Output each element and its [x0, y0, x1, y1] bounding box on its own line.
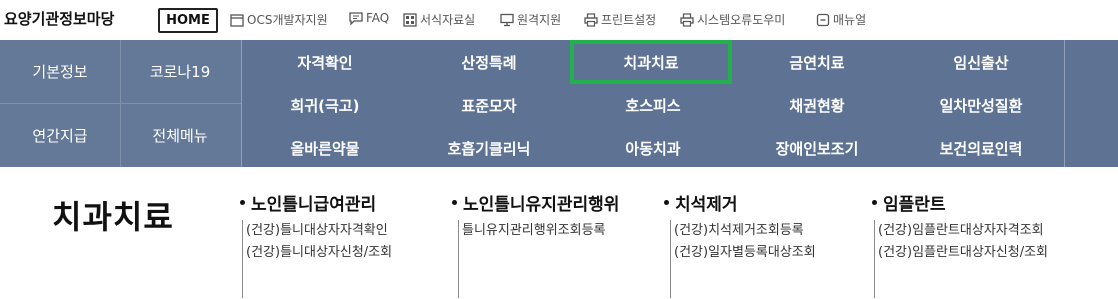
menu-pregnancy-birth[interactable]: 임신출산: [900, 42, 1062, 82]
sub-link-scaling-register[interactable]: (건강)치석제거조회등록: [674, 220, 816, 242]
page-title: 치과치료: [52, 198, 174, 236]
bullet-icon: [240, 199, 245, 205]
home-button[interactable]: HOME: [158, 8, 218, 33]
group-implant: 임플란트 (건강)임플란트대상자자격조회 (건강)임플란트대상자신청/조회: [872, 190, 1048, 298]
util-label: 매뉴얼: [833, 13, 867, 27]
util-ocs-developer[interactable]: OCS개발자지원: [230, 11, 328, 28]
sub-link-denture-eligibility[interactable]: (건강)틀니대상자자격확인: [246, 220, 392, 242]
top-bar: 요양기관정보마당 HOME OCS개발자지원 FAQ 서식자료실 원격지원 프린…: [0, 0, 1118, 40]
bullet-icon: [872, 199, 877, 205]
util-manual[interactable]: 매뉴얼: [816, 11, 866, 28]
util-label: FAQ: [366, 11, 390, 25]
util-label: 서식자료실: [420, 13, 476, 27]
sub-link-implant-apply[interactable]: (건강)임플란트대상자신청/조회: [878, 242, 1048, 264]
util-system-error-help[interactable]: 시스템오류도우미: [680, 11, 785, 28]
sub-link-scaling-daily[interactable]: (건강)일자별등록대상조회: [674, 242, 816, 264]
group-denture-maintenance: 노인틀니유지관리행위 틀니유지관리행위조회등록: [452, 190, 619, 298]
nav-basic-info[interactable]: 기본정보: [0, 40, 120, 103]
nav-divider: [1064, 40, 1065, 167]
menu-chronic-disease[interactable]: 일차만성질환: [900, 85, 1062, 125]
bullet-icon: [452, 199, 457, 205]
sub-list: (건강)틀니대상자자격확인 (건강)틀니대상자신청/조회: [242, 220, 392, 298]
menu-hospice[interactable]: 호스피스: [572, 85, 734, 125]
menu-bond-status[interactable]: 채권현황: [736, 85, 898, 125]
nav-annual-payment[interactable]: 연간지급: [0, 104, 120, 167]
util-print-settings[interactable]: 프린트설정: [584, 11, 656, 28]
util-label: 원격지원: [517, 13, 562, 27]
util-remote[interactable]: 원격지원: [500, 11, 561, 28]
menu-smoking-cessation[interactable]: 금연치료: [736, 42, 898, 82]
group-title[interactable]: 치석제거: [664, 190, 738, 215]
util-faq[interactable]: FAQ: [349, 11, 389, 25]
menu-health-personnel[interactable]: 보건의료인력: [900, 128, 1062, 168]
group-title[interactable]: 노인틀니유지관리행위: [452, 190, 619, 215]
util-forms[interactable]: 서식자료실: [403, 11, 475, 28]
sub-link-implant-eligibility[interactable]: (건강)임플란트대상자자격조회: [878, 220, 1048, 242]
bullet-icon: [664, 199, 669, 205]
menu-disability-aids[interactable]: 장애인보조기: [736, 128, 898, 168]
util-label: 시스템오류도우미: [697, 13, 786, 27]
nav-left-panel: 기본정보 코로나19 연간지급 전체메뉴: [0, 40, 241, 167]
calendar-icon: [230, 13, 244, 27]
util-label: 프린트설정: [601, 13, 657, 27]
main-nav: 기본정보 코로나19 연간지급 전체메뉴 자격확인 산정특례 치과치료 금연치료…: [0, 40, 1118, 167]
menu-dental-treatment[interactable]: 치과치료: [570, 40, 732, 84]
menu-proper-medication[interactable]: 올바른약물: [244, 128, 406, 168]
menu-respiratory-clinic[interactable]: 호흡기클리닉: [408, 128, 570, 168]
group-denture-benefit: 노인틀니급여관리 (건강)틀니대상자자격확인 (건강)틀니대상자신청/조회: [240, 190, 392, 298]
menu-eligibility-check[interactable]: 자격확인: [244, 42, 406, 82]
nav-divider: [120, 40, 121, 167]
printer-icon: [680, 12, 694, 27]
manual-icon: [816, 13, 830, 27]
chat-icon: [349, 11, 363, 25]
site-title[interactable]: 요양기관정보마당: [4, 8, 114, 29]
group-scaling: 치석제거 (건강)치석제거조회등록 (건강)일자별등록대상조회: [664, 190, 816, 298]
form-icon: [403, 12, 417, 27]
sub-link-denture-maintenance-register[interactable]: 틀니유지관리행위조회등록: [462, 220, 606, 242]
nav-covid19[interactable]: 코로나19: [120, 40, 240, 103]
monitor-icon: [500, 13, 514, 27]
menu-rare-disease[interactable]: 희귀(극고): [244, 85, 406, 125]
group-title[interactable]: 노인틀니급여관리: [240, 190, 376, 215]
sub-link-denture-apply[interactable]: (건강)틀니대상자신청/조회: [246, 242, 392, 264]
util-label: OCS개발자지원: [247, 13, 328, 27]
menu-special-calculation[interactable]: 산정특례: [408, 42, 570, 82]
menu-child-dental[interactable]: 아동치과: [572, 128, 734, 168]
sub-list: (건강)치석제거조회등록 (건강)일자별등록대상조회: [670, 220, 816, 298]
sub-list: (건강)임플란트대상자자격조회 (건강)임플란트대상자신청/조회: [874, 220, 1048, 298]
nav-all-menu[interactable]: 전체메뉴: [120, 104, 240, 167]
nav-divider: [241, 40, 242, 167]
printer-icon: [584, 12, 598, 27]
sub-list: 틀니유지관리행위조회등록: [458, 220, 606, 298]
group-title[interactable]: 임플란트: [872, 190, 946, 215]
menu-standard-maternal[interactable]: 표준모자: [408, 85, 570, 125]
